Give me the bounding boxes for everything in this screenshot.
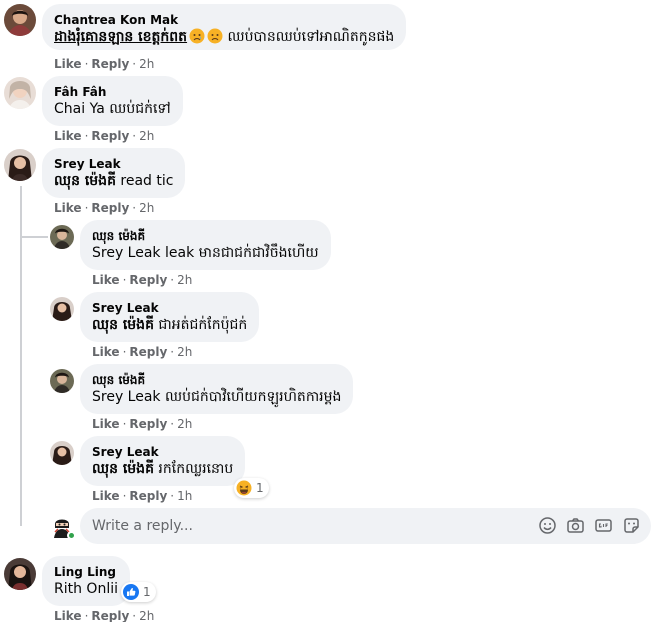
comment-actions: Like · Reply · 2h (54, 129, 155, 143)
like-link[interactable]: Like (92, 489, 120, 503)
like-link[interactable]: Like (54, 201, 82, 215)
avatar[interactable] (50, 297, 74, 321)
comment-text: ឈុន ម៉េងគី ជាអត់ជក់កែប៉ុជក់ (92, 317, 248, 333)
sad-emoji-icon (189, 28, 205, 44)
reply-bubble: ឈុន ម៉េងគី Srey Leak leak មានជាជក់ជាវិចឹ… (80, 220, 331, 270)
mention[interactable]: ដាងរុំគោនឡាន ខេត្តក់ពត (54, 29, 187, 45)
mention[interactable]: Srey Leak (92, 245, 161, 261)
mention[interactable]: ឈុន ម៉េងគី (92, 317, 154, 333)
timestamp[interactable]: 2h (139, 609, 154, 622)
reply-input[interactable]: Write a reply... (80, 508, 651, 544)
like-link[interactable]: Like (92, 345, 120, 359)
reply-actions: Like · Reply · 2h (92, 417, 193, 431)
mention[interactable]: ឈុន ម៉េងគី (92, 461, 154, 477)
reply-actions: Like · Reply · 1h (92, 489, 193, 503)
reply-actions: Like · Reply · 2h (92, 273, 193, 287)
avatar[interactable] (4, 77, 36, 109)
avatar[interactable] (4, 4, 36, 36)
reply-bubble: ឈុន ម៉េងគី Srey Leak ឈប់ជក់បាវិហើយកឡូរហិ… (80, 364, 354, 414)
like-link[interactable]: Like (54, 609, 82, 622)
comment-bubble: Ling Ling Rith Onlii (42, 556, 130, 606)
reply-link[interactable]: Reply (129, 417, 167, 431)
avatar[interactable] (50, 225, 74, 249)
timestamp[interactable]: 2h (177, 417, 192, 431)
current-user-avatar (50, 514, 76, 540)
laughing-emoji-icon (236, 480, 252, 496)
timestamp[interactable]: 2h (177, 345, 192, 359)
like-link[interactable]: Like (54, 129, 82, 143)
avatar[interactable] (50, 369, 74, 393)
like-link[interactable]: Like (54, 57, 82, 71)
comment-author[interactable]: Fâh Fâh (54, 84, 171, 100)
avatar[interactable] (4, 149, 36, 181)
camera-icon[interactable] (566, 516, 585, 535)
comment-actions: Like · Reply · 2h (54, 201, 155, 215)
comment-actions: Like · Reply · 2h (54, 57, 155, 71)
avatar[interactable] (4, 558, 36, 590)
comment-author[interactable]: Ling Ling (54, 564, 118, 580)
reply-placeholder: Write a reply... (92, 518, 193, 534)
timestamp[interactable]: 2h (177, 273, 192, 287)
reply-link[interactable]: Reply (91, 609, 129, 622)
reaction-summary[interactable]: 1 (121, 582, 156, 602)
timestamp[interactable]: 2h (139, 201, 154, 215)
mention[interactable]: Chai Ya (54, 101, 105, 117)
comment-bubble: Chantrea Kon Mak ដាងរុំគោនឡាន ខេត្តក់ពត … (42, 4, 407, 50)
comment-author[interactable]: Srey Leak (92, 300, 247, 316)
like-reaction-icon (123, 584, 139, 600)
gif-icon[interactable] (594, 516, 613, 535)
reaction-summary[interactable]: 1 (234, 478, 269, 498)
reply-link[interactable]: Reply (129, 273, 167, 287)
comment-text: ឈុន ម៉េងគី រកកែឈ្លរនោប (92, 461, 234, 477)
thread-line-branch (20, 236, 48, 238)
comment-text: Srey Leak leak មានជាជក់ជាវិចឹងហើយ (92, 245, 319, 261)
reaction-count: 1 (256, 481, 264, 495)
comment-author[interactable]: ឈុន ម៉េងគី (92, 372, 341, 388)
reply-link[interactable]: Reply (129, 489, 167, 503)
reply-link[interactable]: Reply (91, 201, 129, 215)
comment-actions: Like · Reply · 2h (54, 609, 155, 622)
like-link[interactable]: Like (92, 417, 120, 431)
timestamp[interactable]: 2h (139, 57, 154, 71)
sticker-icon[interactable] (622, 516, 641, 535)
emoji-icon[interactable] (538, 516, 557, 535)
comment-text: ឈុន ម៉េងគី read tic (54, 173, 174, 189)
reply-bubble: Srey Leak ឈុន ម៉េងគី ជាអត់ជក់កែប៉ុជក់ (80, 292, 260, 342)
reply-bubble: Srey Leak ឈុន ម៉េងគី រកកែឈ្លរនោប (80, 436, 246, 486)
reply-link[interactable]: Reply (91, 57, 129, 71)
reaction-count: 1 (143, 585, 151, 599)
reply-actions: Like · Reply · 2h (92, 345, 193, 359)
reply-link[interactable]: Reply (129, 345, 167, 359)
composer-icons (538, 516, 641, 535)
like-link[interactable]: Like (92, 273, 120, 287)
reply-link[interactable]: Reply (91, 129, 129, 143)
online-dot-icon (67, 531, 76, 540)
timestamp[interactable]: 2h (139, 129, 154, 143)
comment-text: Chai Ya ឈប់ជក់ទៅ (54, 101, 171, 117)
mention[interactable]: Srey Leak (92, 389, 161, 405)
comment-text: ដាងរុំគោនឡាន ខេត្តក់ពត ឈប់បានឈប់ទៅអាណិតក… (54, 28, 395, 45)
mention[interactable]: ឈុន ម៉េងគី (54, 173, 116, 189)
comment-text[interactable]: Rith Onlii (54, 580, 118, 598)
sad-emoji-icon (207, 28, 223, 44)
comment-author[interactable]: ឈុន ម៉េងគី (92, 228, 319, 244)
comment-bubble: Fâh Fâh Chai Ya ឈប់ជក់ទៅ (42, 76, 183, 126)
comment-text: Srey Leak ឈប់ជក់បាវិហើយកឡូរហិតការម្តង (92, 389, 342, 405)
comment-author[interactable]: Srey Leak (54, 156, 173, 172)
comment-bubble: Srey Leak ឈុន ម៉េងគី read tic (42, 148, 186, 198)
comment-author[interactable]: Chantrea Kon Mak (54, 12, 394, 28)
timestamp[interactable]: 1h (177, 489, 192, 503)
avatar[interactable] (50, 441, 74, 465)
comment-author[interactable]: Srey Leak (92, 444, 233, 460)
